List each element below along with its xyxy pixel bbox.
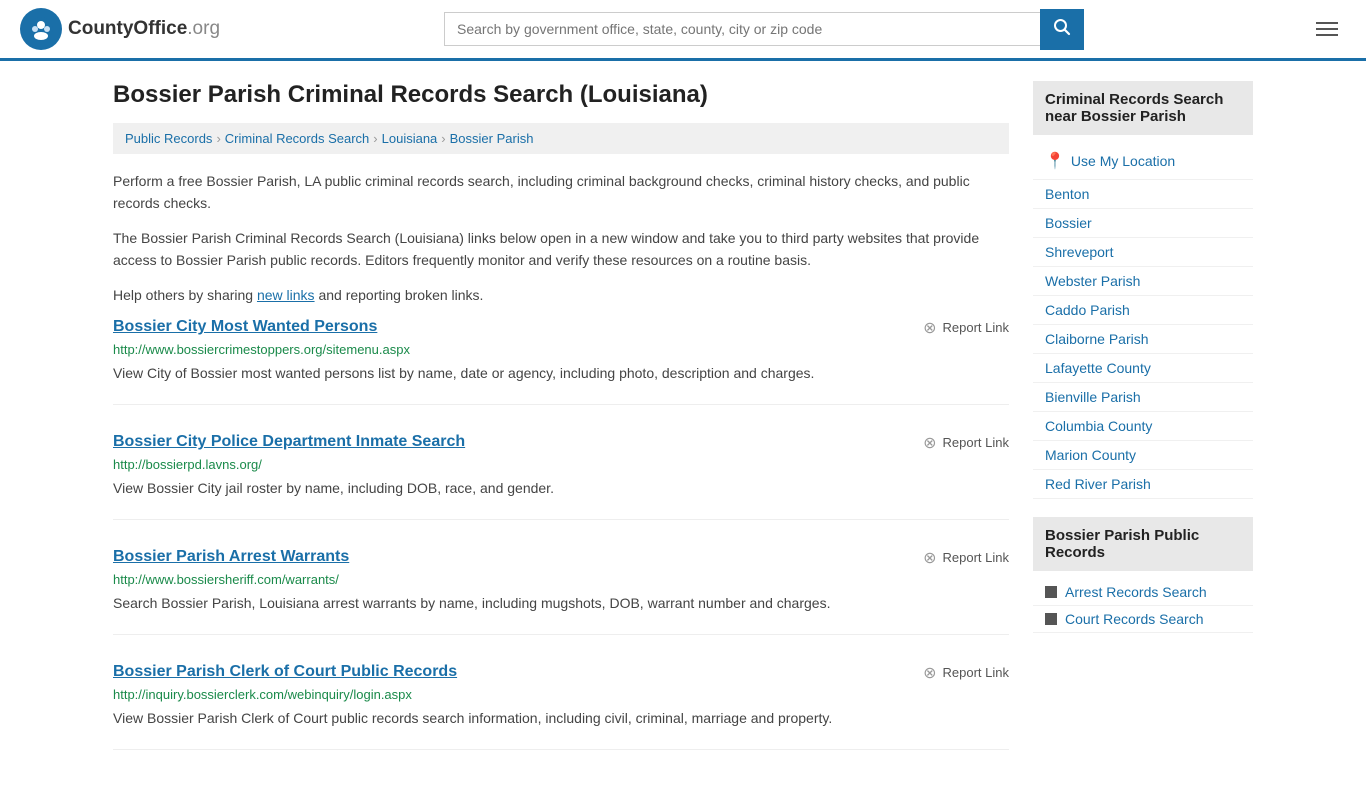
breadcrumb: Public Records › Criminal Records Search…	[113, 123, 1009, 154]
breadcrumb-sep-1: ›	[216, 131, 220, 146]
sidebar-nearby-link-9[interactable]: Marion County	[1033, 441, 1253, 470]
sidebar-nearby-link-10[interactable]: Red River Parish	[1033, 470, 1253, 499]
sidebar-section2: Bossier Parish Public Records Arrest Rec…	[1033, 517, 1253, 633]
sidebar-nearby-link-0[interactable]: Benton	[1033, 180, 1253, 209]
sidebar-section2-title: Bossier Parish Public Records	[1033, 517, 1253, 571]
link-card: Bossier Parish Arrest Warrants ⊗ Report …	[113, 548, 1009, 635]
report-icon-2: ⊗	[923, 548, 936, 568]
link-card-header: Bossier City Police Department Inmate Se…	[113, 433, 1009, 453]
breadcrumb-public-records[interactable]: Public Records	[125, 131, 212, 146]
breadcrumb-sep-2: ›	[373, 131, 377, 146]
link-card-header: Bossier City Most Wanted Persons ⊗ Repor…	[113, 318, 1009, 338]
report-icon-0: ⊗	[923, 318, 936, 338]
use-my-location[interactable]: 📍 Use My Location	[1033, 143, 1253, 180]
sidebar-nearby-link-5[interactable]: Claiborne Parish	[1033, 325, 1253, 354]
link-card: Bossier Parish Clerk of Court Public Rec…	[113, 663, 1009, 750]
arrest-icon	[1045, 586, 1057, 598]
report-icon-1: ⊗	[923, 433, 936, 453]
report-link-button-2[interactable]: ⊗ Report Link	[923, 548, 1009, 568]
header: CountyOffice.org	[0, 0, 1366, 61]
sidebar-public-records-link-0[interactable]: Arrest Records Search	[1033, 579, 1253, 606]
sidebar-nearby-link-7[interactable]: Bienville Parish	[1033, 383, 1253, 412]
report-link-label-3: Report Link	[943, 665, 1009, 680]
search-button[interactable]	[1040, 9, 1084, 50]
main-container: Bossier Parish Criminal Records Search (…	[93, 61, 1273, 798]
link-desc-2: Search Bossier Parish, Louisiana arrest …	[113, 593, 1009, 614]
sidebar-nearby-link-8[interactable]: Columbia County	[1033, 412, 1253, 441]
link-cards: Bossier City Most Wanted Persons ⊗ Repor…	[113, 318, 1009, 750]
link-card-title-3[interactable]: Bossier Parish Clerk of Court Public Rec…	[113, 663, 457, 681]
breadcrumb-sep-3: ›	[441, 131, 445, 146]
link-card-title-2[interactable]: Bossier Parish Arrest Warrants	[113, 548, 349, 566]
sidebar-public-records-link-1[interactable]: Court Records Search	[1033, 606, 1253, 633]
report-link-button-0[interactable]: ⊗ Report Link	[923, 318, 1009, 338]
location-icon: 📍	[1045, 151, 1065, 171]
logo-icon	[20, 8, 62, 50]
logo-area: CountyOffice.org	[20, 8, 220, 50]
description-para3: Help others by sharing new links and rep…	[113, 284, 1009, 306]
breadcrumb-criminal-records[interactable]: Criminal Records Search	[225, 131, 370, 146]
sidebar-public-records-links: Arrest Records Search Court Records Searc…	[1033, 579, 1253, 633]
report-link-label-0: Report Link	[943, 320, 1009, 335]
link-url-2[interactable]: http://www.bossiersheriff.com/warrants/	[113, 572, 1009, 587]
breadcrumb-bossier-parish[interactable]: Bossier Parish	[450, 131, 534, 146]
link-card-header: Bossier Parish Clerk of Court Public Rec…	[113, 663, 1009, 683]
logo-text: CountyOffice.org	[68, 18, 220, 40]
link-card-title-1[interactable]: Bossier City Police Department Inmate Se…	[113, 433, 465, 451]
report-icon-3: ⊗	[923, 663, 936, 683]
page-title: Bossier Parish Criminal Records Search (…	[113, 81, 1009, 109]
link-card-title-0[interactable]: Bossier City Most Wanted Persons	[113, 318, 377, 336]
description-para1: Perform a free Bossier Parish, LA public…	[113, 170, 1009, 215]
link-desc-3: View Bossier Parish Clerk of Court publi…	[113, 708, 1009, 729]
search-input[interactable]	[444, 12, 1040, 46]
report-link-label-1: Report Link	[943, 435, 1009, 450]
sidebar-nearby-link-2[interactable]: Shreveport	[1033, 238, 1253, 267]
sidebar-section1-title: Criminal Records Search near Bossier Par…	[1033, 81, 1253, 135]
sidebar-nearby-links: BentonBossierShreveportWebster ParishCad…	[1033, 180, 1253, 499]
report-link-label-2: Report Link	[943, 550, 1009, 565]
search-area	[444, 9, 1084, 50]
link-card: Bossier City Police Department Inmate Se…	[113, 433, 1009, 520]
content: Bossier Parish Criminal Records Search (…	[113, 81, 1009, 778]
sidebar-nearby-link-4[interactable]: Caddo Parish	[1033, 296, 1253, 325]
court-icon	[1045, 613, 1057, 625]
sidebar-public-records-label-1: Court Records Search	[1065, 611, 1204, 627]
menu-button[interactable]	[1308, 14, 1346, 44]
report-link-button-3[interactable]: ⊗ Report Link	[923, 663, 1009, 683]
sidebar-public-records-label-0: Arrest Records Search	[1065, 584, 1207, 600]
link-url-3[interactable]: http://inquiry.bossierclerk.com/webinqui…	[113, 687, 1009, 702]
link-url-0[interactable]: http://www.bossiercrimestoppers.org/site…	[113, 342, 1009, 357]
new-links-link[interactable]: new links	[257, 287, 315, 303]
link-card-header: Bossier Parish Arrest Warrants ⊗ Report …	[113, 548, 1009, 568]
link-url-1[interactable]: http://bossierpd.lavns.org/	[113, 457, 1009, 472]
sidebar: Criminal Records Search near Bossier Par…	[1033, 81, 1253, 778]
breadcrumb-louisiana[interactable]: Louisiana	[382, 131, 438, 146]
report-link-button-1[interactable]: ⊗ Report Link	[923, 433, 1009, 453]
description-para2: The Bossier Parish Criminal Records Sear…	[113, 227, 1009, 272]
link-desc-0: View City of Bossier most wanted persons…	[113, 363, 1009, 384]
sidebar-nearby-link-6[interactable]: Lafayette County	[1033, 354, 1253, 383]
sidebar-nearby-link-3[interactable]: Webster Parish	[1033, 267, 1253, 296]
link-desc-1: View Bossier City jail roster by name, i…	[113, 478, 1009, 499]
sidebar-nearby-link-1[interactable]: Bossier	[1033, 209, 1253, 238]
link-card: Bossier City Most Wanted Persons ⊗ Repor…	[113, 318, 1009, 405]
use-my-location-label: Use My Location	[1071, 153, 1175, 169]
